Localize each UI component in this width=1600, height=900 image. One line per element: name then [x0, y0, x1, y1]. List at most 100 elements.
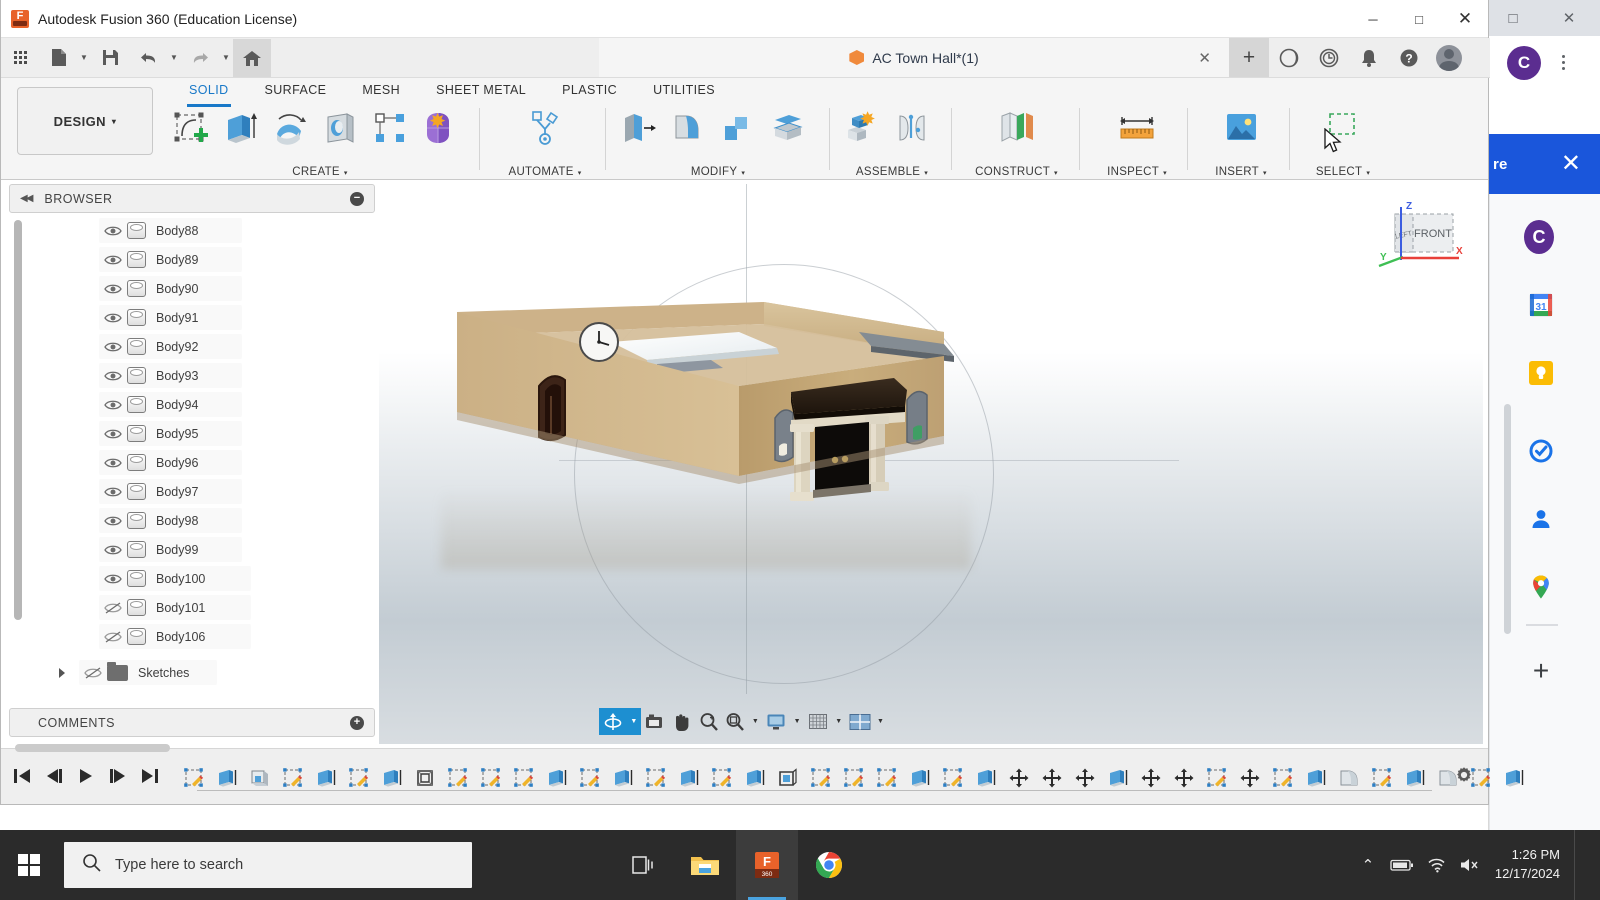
split-face-icon[interactable]	[763, 104, 813, 152]
grid-snaps[interactable]	[806, 708, 831, 735]
redo-arrow-icon[interactable]	[181, 39, 219, 77]
close-button[interactable]: ✕	[1442, 0, 1488, 38]
orbit-caret[interactable]: ▼	[626, 708, 641, 735]
3d-viewport[interactable]: LEFT FRONT Z Y X	[379, 184, 1483, 744]
panel-label-select[interactable]: SELECT ▾	[1295, 166, 1391, 178]
pan-tool[interactable]	[668, 708, 695, 735]
wifi-icon[interactable]	[1419, 830, 1453, 900]
visibility-eye-icon[interactable]	[99, 566, 127, 591]
add-side-panel-icon[interactable]: +	[1526, 656, 1556, 686]
offset-plane-icon[interactable]	[992, 104, 1042, 152]
chrome-taskbar-icon[interactable]	[798, 830, 860, 900]
timeline-feature-extrude[interactable]	[1400, 763, 1430, 793]
timeline-feature-sketch[interactable]	[1367, 763, 1397, 793]
timeline-feature-move[interactable]	[1004, 763, 1034, 793]
chrome-menu-icon[interactable]	[1551, 48, 1575, 76]
timeline-feature-fillet[interactable]	[1334, 763, 1364, 793]
revolve-icon[interactable]	[265, 104, 315, 152]
browser-panel-header[interactable]: ◀◀ BROWSER −	[9, 184, 375, 213]
timeline-feature-sketch[interactable]	[575, 763, 605, 793]
create-sketch-icon[interactable]	[165, 104, 215, 152]
timeline-feature-sketch[interactable]	[344, 763, 374, 793]
timeline-feature-sketch[interactable]	[839, 763, 869, 793]
visibility-eye-icon[interactable]	[99, 218, 127, 243]
tree-item-body89[interactable]: Body89	[99, 247, 242, 272]
press-pull-icon[interactable]	[613, 104, 663, 152]
collapse-left-icon[interactable]: ◀◀	[20, 193, 33, 204]
maximize-button[interactable]: □	[1396, 0, 1442, 38]
browser-horizontal-scrollbar[interactable]	[15, 744, 170, 752]
fusion360-taskbar-icon[interactable]: F 360	[736, 830, 798, 900]
google-calendar-icon[interactable]: 31	[1526, 290, 1556, 320]
insert-image-icon[interactable]	[1216, 104, 1266, 152]
go-to-beginning-button[interactable]	[9, 761, 35, 791]
tree-item-body93[interactable]: Body93	[99, 363, 242, 388]
side-panel-scrollbar[interactable]	[1504, 404, 1511, 634]
grid-caret-icon[interactable]: ▼	[830, 718, 847, 725]
pattern-icon[interactable]	[365, 104, 415, 152]
new-component-icon[interactable]	[837, 104, 887, 152]
notifications-bell-icon[interactable]	[1349, 38, 1389, 78]
go-to-end-button[interactable]	[137, 761, 163, 791]
timeline-feature-move[interactable]	[1169, 763, 1199, 793]
panel-label-assemble[interactable]: ASSEMBLE ▾	[837, 166, 947, 178]
battery-icon[interactable]	[1385, 830, 1419, 900]
orbit-tool[interactable]	[599, 708, 627, 735]
timeline-feature-sketch[interactable]	[938, 763, 968, 793]
undo-arrow-icon[interactable]	[129, 39, 167, 77]
expand-triangle-icon[interactable]	[59, 667, 65, 678]
timeline-feature-shell-alt[interactable]	[410, 763, 440, 793]
tree-item-body106[interactable]: Body106	[99, 624, 251, 649]
minimize-button[interactable]: ─	[1350, 0, 1396, 38]
tree-item-body95[interactable]: Body95	[99, 421, 242, 446]
display-caret-icon[interactable]: ▼	[789, 718, 806, 725]
clock[interactable]: 1:26 PM 12/17/2024	[1487, 846, 1574, 884]
browser-scrollbar[interactable]	[14, 220, 22, 620]
zoom-tool[interactable]	[694, 708, 723, 735]
start-button[interactable]	[0, 830, 58, 900]
tab-sheet-metal[interactable]: SHEET METAL	[418, 80, 544, 104]
new-file-icon[interactable]	[39, 39, 77, 77]
tree-item-body90[interactable]: Body90	[99, 276, 242, 301]
tree-item-body97[interactable]: Body97	[99, 479, 242, 504]
visibility-eye-icon[interactable]	[99, 363, 127, 388]
job-status-clock-icon[interactable]	[1309, 38, 1349, 78]
workspace-switcher-button[interactable]: DESIGN ▾	[17, 87, 153, 155]
timeline-feature-extrude[interactable]	[1103, 763, 1133, 793]
tab-plastic[interactable]: PLASTIC	[544, 80, 635, 104]
browser-collapse-button[interactable]: −	[350, 191, 364, 206]
chrome-maximize-button[interactable]: □	[1503, 8, 1523, 28]
sweep-icon[interactable]	[315, 104, 365, 152]
chrome-profile-avatar[interactable]: C	[1507, 46, 1541, 80]
play-button[interactable]	[73, 761, 99, 791]
tree-item-body101[interactable]: Body101	[99, 595, 251, 620]
timeline-feature-extrude[interactable]	[311, 763, 341, 793]
visibility-eye-icon[interactable]	[99, 305, 127, 330]
timeline-feature-sketch[interactable]	[707, 763, 737, 793]
panel-label-create[interactable]: CREATE ▾	[165, 166, 475, 178]
tree-item-body94[interactable]: Body94	[99, 392, 242, 417]
view-cube[interactable]: LEFT FRONT Z Y X	[1373, 198, 1465, 270]
timeline-feature-move[interactable]	[1037, 763, 1067, 793]
timeline-feature-sketch[interactable]	[872, 763, 902, 793]
panel-label-automate[interactable]: AUTOMATE ▾	[495, 166, 595, 178]
file-explorer-icon[interactable]	[674, 830, 736, 900]
visibility-eye-icon[interactable]	[99, 247, 127, 272]
timeline-feature-extrude[interactable]	[542, 763, 572, 793]
extensions-icon[interactable]	[1269, 38, 1309, 78]
timeline-feature-extrude[interactable]	[1499, 763, 1529, 793]
joint-icon[interactable]	[887, 104, 937, 152]
panel-label-construct[interactable]: CONSTRUCT ▾	[959, 166, 1074, 178]
tab-mesh[interactable]: MESH	[344, 80, 418, 104]
tree-item-body88[interactable]: Body88	[99, 218, 242, 243]
timeline-feature-sketch[interactable]	[278, 763, 308, 793]
visibility-hidden-eye-icon[interactable]	[99, 624, 127, 649]
save-icon[interactable]	[91, 39, 129, 77]
tree-item-body100[interactable]: Body100	[99, 566, 251, 591]
tree-item-body98[interactable]: Body98	[99, 508, 242, 533]
timeline-feature-shell[interactable]	[245, 763, 275, 793]
timeline-feature-extrude[interactable]	[905, 763, 935, 793]
timeline-feature-sketch[interactable]	[806, 763, 836, 793]
extrude-icon[interactable]	[215, 104, 265, 152]
google-contacts-icon[interactable]	[1526, 504, 1556, 534]
